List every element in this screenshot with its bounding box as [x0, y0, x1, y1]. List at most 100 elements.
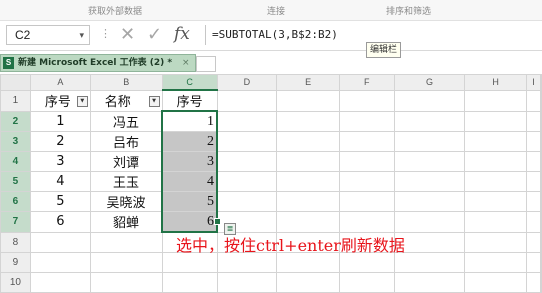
cell[interactable]: [216, 272, 278, 293]
cell[interactable]: [276, 191, 340, 212]
cell[interactable]: [393, 151, 466, 172]
header-cell-a1[interactable]: 序号 ▼: [29, 89, 91, 112]
cell-b2[interactable]: 冯五: [89, 110, 163, 132]
cell[interactable]: [89, 231, 163, 253]
cell[interactable]: [540, 252, 542, 273]
filter-dropdown-icon[interactable]: ▼: [148, 95, 160, 107]
row-header-10[interactable]: 10: [0, 272, 31, 293]
cell[interactable]: [464, 191, 527, 212]
cell[interactable]: [464, 110, 527, 132]
cell[interactable]: [464, 252, 527, 273]
column-header-i[interactable]: I: [526, 74, 541, 91]
cell[interactable]: [526, 252, 541, 273]
cell[interactable]: [526, 272, 541, 293]
cell[interactable]: [161, 272, 218, 293]
column-header-partial[interactable]: [540, 74, 542, 91]
cell[interactable]: [464, 171, 527, 192]
column-header-b[interactable]: B: [89, 74, 163, 91]
cell[interactable]: [526, 89, 541, 112]
cell-a7[interactable]: 6: [29, 211, 91, 233]
cell[interactable]: [276, 272, 340, 293]
cell[interactable]: [338, 272, 395, 293]
cell-a2[interactable]: 1: [29, 110, 91, 132]
cell-b5[interactable]: 王玉: [89, 171, 163, 192]
cell[interactable]: [216, 171, 278, 192]
cell-c5[interactable]: 4: [161, 171, 219, 192]
column-header-g[interactable]: G: [393, 74, 466, 91]
cell[interactable]: [276, 151, 340, 172]
cell-a5[interactable]: 4: [29, 171, 91, 192]
cell[interactable]: [540, 89, 542, 112]
insert-function-button[interactable]: fx: [174, 24, 190, 44]
cell[interactable]: [393, 191, 466, 212]
cell[interactable]: [393, 171, 466, 192]
filter-dropdown-icon[interactable]: ▼: [76, 95, 88, 107]
cell-b6[interactable]: 吴晓波: [89, 191, 163, 212]
cancel-icon[interactable]: ✕: [120, 25, 135, 45]
header-cell-c1[interactable]: 序号: [161, 89, 218, 112]
cell[interactable]: [464, 131, 527, 152]
cell[interactable]: [526, 110, 541, 132]
cell[interactable]: [540, 272, 542, 293]
cell[interactable]: [393, 110, 466, 132]
cell[interactable]: [216, 191, 278, 212]
cell[interactable]: [393, 272, 466, 293]
cell[interactable]: [216, 89, 278, 112]
cell-a3[interactable]: 2: [29, 131, 91, 152]
cell[interactable]: [276, 171, 340, 192]
cell[interactable]: [338, 110, 395, 132]
column-header-f[interactable]: F: [338, 74, 395, 91]
cell-a6[interactable]: 5: [29, 191, 91, 212]
row-header-7[interactable]: 7: [0, 211, 31, 233]
cell[interactable]: [338, 151, 395, 172]
cell[interactable]: [276, 131, 340, 152]
column-header-d[interactable]: D: [216, 74, 278, 91]
cell[interactable]: [276, 110, 340, 132]
document-tab[interactable]: S 新建 Microsoft Excel 工作表 (2) * ×: [0, 54, 196, 72]
close-tab-icon[interactable]: ×: [182, 55, 190, 71]
cell[interactable]: [464, 231, 527, 253]
cell[interactable]: [464, 272, 527, 293]
cell[interactable]: [89, 252, 163, 273]
cell[interactable]: [526, 131, 541, 152]
column-header-c[interactable]: C: [161, 74, 218, 91]
row-header-2[interactable]: 2: [0, 110, 31, 132]
cell[interactable]: [216, 131, 278, 152]
cell-c7[interactable]: 6: [161, 211, 219, 233]
cell-c3[interactable]: 2: [161, 131, 219, 152]
cell[interactable]: [338, 89, 395, 112]
cell[interactable]: [276, 211, 340, 233]
cell[interactable]: [464, 211, 527, 233]
cell[interactable]: [464, 89, 527, 112]
cell[interactable]: [338, 191, 395, 212]
cell[interactable]: [526, 231, 541, 253]
row-header-5[interactable]: 5: [0, 171, 31, 192]
cell-a4[interactable]: 3: [29, 151, 91, 172]
cell[interactable]: [338, 171, 395, 192]
cell[interactable]: [526, 171, 541, 192]
name-box-dropdown-icon[interactable]: ▾: [79, 26, 84, 44]
cell[interactable]: [216, 110, 278, 132]
column-header-h[interactable]: H: [464, 74, 527, 91]
row-header-4[interactable]: 4: [0, 151, 31, 172]
cell-c6[interactable]: 5: [161, 191, 219, 212]
name-box[interactable]: C2 ▾: [6, 25, 90, 45]
column-header-a[interactable]: A: [29, 74, 91, 91]
cell[interactable]: [338, 131, 395, 152]
header-cell-b1[interactable]: 名称 ▼: [89, 89, 163, 112]
cell[interactable]: [29, 231, 91, 253]
cell[interactable]: [526, 211, 541, 233]
cell[interactable]: [526, 151, 541, 172]
cell[interactable]: [393, 131, 466, 152]
cell[interactable]: [89, 272, 163, 293]
cell[interactable]: [540, 171, 542, 192]
cell[interactable]: [338, 211, 395, 233]
cell[interactable]: [29, 272, 91, 293]
fill-handle[interactable]: [214, 218, 221, 225]
cell-b7[interactable]: 貂蝉: [89, 211, 163, 233]
cell[interactable]: [540, 231, 542, 253]
cell-b4[interactable]: 刘谭: [89, 151, 163, 172]
cell[interactable]: [540, 110, 542, 132]
cell[interactable]: [540, 191, 542, 212]
cell-b3[interactable]: 吕布: [89, 131, 163, 152]
